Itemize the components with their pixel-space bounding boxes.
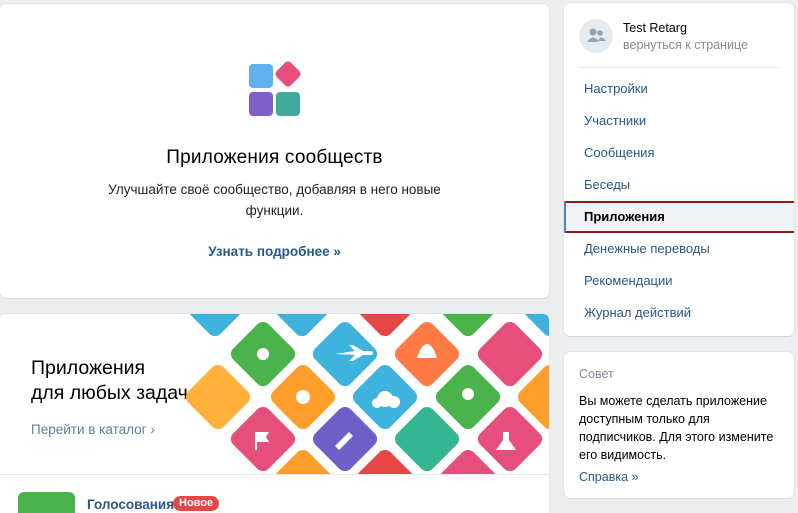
intro-description: Улучшайте своё сообщество, добавляя в не… xyxy=(108,182,441,218)
tip-heading: Совет xyxy=(579,367,614,381)
group-icon xyxy=(587,28,606,42)
poll-app-icon xyxy=(18,492,75,513)
sidebar-item-settings[interactable]: Настройки xyxy=(564,73,794,105)
tip-text: Вы можете сделать приложение доступным т… xyxy=(579,394,774,462)
help-link[interactable]: Справка » xyxy=(579,470,638,484)
catalog-title-line1: Приложения xyxy=(31,357,146,379)
sidebar-item-action-log[interactable]: Журнал действий xyxy=(564,297,794,329)
community-menu-card: Test Retarg вернуться к странице Настрой… xyxy=(564,3,794,336)
location-icon xyxy=(462,388,474,400)
divider xyxy=(0,474,549,475)
catalog-link[interactable]: Перейти в каталог › xyxy=(31,422,155,437)
sidebar-item-money-transfers[interactable]: Денежные переводы xyxy=(564,233,794,265)
apps-logo-icon xyxy=(247,59,303,118)
learn-more-link[interactable]: Узнать подробнее » xyxy=(0,244,549,259)
return-to-page[interactable]: Test Retarg вернуться к странице xyxy=(579,17,779,57)
catalog-tiles-illustration xyxy=(185,314,549,474)
tile-icon xyxy=(185,364,251,430)
intro-title: Приложения сообществ xyxy=(166,147,383,168)
community-name[interactable]: Test Retarg xyxy=(623,21,687,35)
sun-icon xyxy=(296,390,310,404)
catalog-banner: Приложения для любых задач Перейти в кат… xyxy=(0,314,549,474)
avatar xyxy=(579,19,613,53)
catalog-title: Приложения для любых задач xyxy=(31,356,188,406)
app-name[interactable]: Голосования xyxy=(87,497,174,512)
tile-icon xyxy=(185,314,248,337)
sidebar-item-apps[interactable]: Приложения xyxy=(564,201,794,233)
return-link[interactable]: вернуться к странице xyxy=(623,38,748,52)
sidebar-item-messages[interactable]: Сообщения xyxy=(564,137,794,169)
catalog-title-line2: для любых задач xyxy=(31,382,188,404)
sidebar-item-members[interactable]: Участники xyxy=(564,105,794,137)
sidebar-menu: Настройки Участники Сообщения Беседы При… xyxy=(564,73,794,329)
divider xyxy=(579,67,779,68)
sidebar-item-chats[interactable]: Беседы xyxy=(564,169,794,201)
new-badge: Новое xyxy=(173,496,220,511)
apps-intro-card: Приложения сообществ Улучшайте своё сооб… xyxy=(0,4,549,298)
catalog-card: Приложения для любых задач Перейти в кат… xyxy=(0,314,549,513)
app-list-item[interactable]: Голосования Новое xyxy=(18,492,538,513)
flower-icon xyxy=(257,348,269,360)
tip-card: Совет Вы можете сделать приложение досту… xyxy=(564,352,794,498)
sidebar-item-recommendations[interactable]: Рекомендации xyxy=(564,265,794,297)
